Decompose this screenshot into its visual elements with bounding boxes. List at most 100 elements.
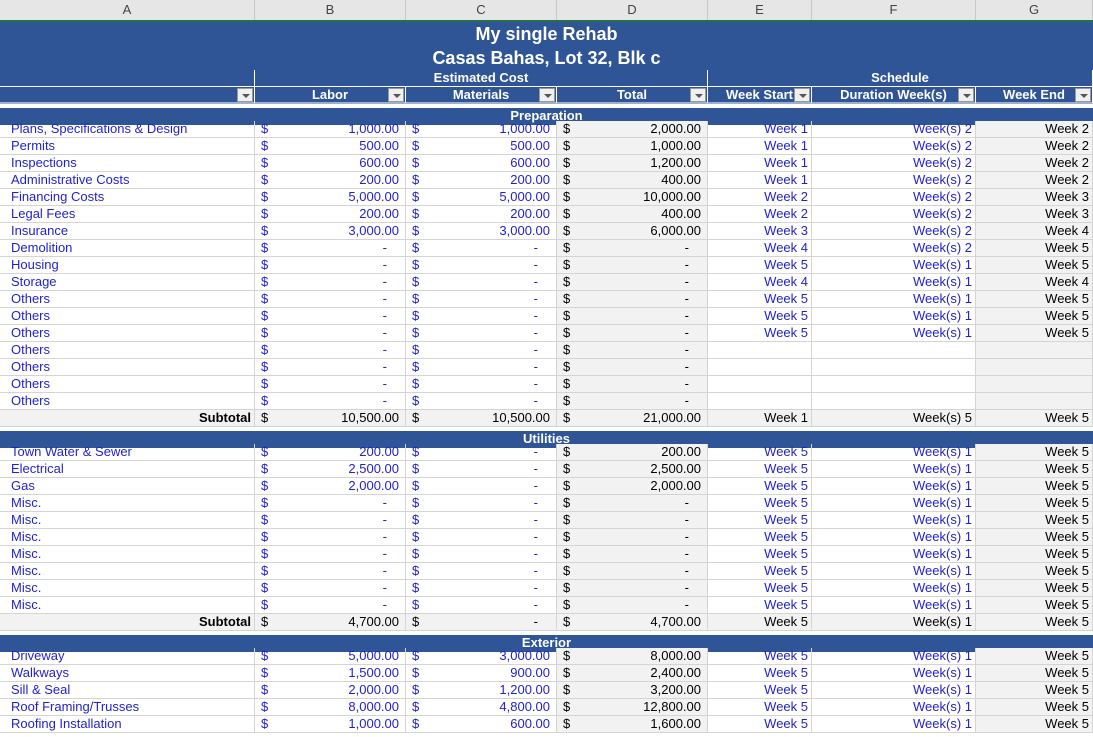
duration-cell[interactable] [812, 376, 976, 393]
labor-cell[interactable]: $ - [255, 546, 406, 563]
materials-cell[interactable]: $ - [406, 291, 557, 308]
item-cell[interactable]: Others [0, 308, 255, 325]
total-cell[interactable]: $2,500.00 [557, 461, 708, 478]
week-end-cell[interactable]: Week 5 [976, 257, 1093, 274]
week-end-cell[interactable]: Week 4 [976, 223, 1093, 240]
duration-cell[interactable]: Week(s) 2 [812, 223, 976, 240]
item-cell[interactable]: Sill & Seal [0, 682, 255, 699]
total-cell[interactable]: $3,200.00 [557, 682, 708, 699]
materials-cell[interactable]: $ - [406, 563, 557, 580]
labor-cell[interactable]: $8,000.00 [255, 699, 406, 716]
total-cell[interactable]: $ - [557, 563, 708, 580]
materials-cell[interactable]: $200.00 [406, 206, 557, 223]
duration-cell[interactable]: Week(s) 1 [812, 308, 976, 325]
week-start-cell[interactable]: Week 5 [708, 325, 812, 342]
item-cell[interactable]: Misc. [0, 580, 255, 597]
duration-cell[interactable]: Week(s) 1 [812, 529, 976, 546]
week-end-cell[interactable]: Week 4 [976, 274, 1093, 291]
subtotal-materials[interactable]: $ - [406, 614, 557, 631]
header-duration[interactable]: Duration Week(s) [812, 87, 976, 104]
labor-cell[interactable]: $ - [255, 359, 406, 376]
item-cell[interactable]: Others [0, 376, 255, 393]
labor-cell[interactable]: $ - [255, 512, 406, 529]
week-start-cell[interactable]: Week 5 [708, 597, 812, 614]
week-start-cell[interactable] [708, 393, 812, 410]
materials-cell[interactable]: $ - [406, 597, 557, 614]
duration-cell[interactable]: Week(s) 1 [812, 546, 976, 563]
header-labor[interactable]: Labor [255, 87, 406, 104]
item-cell[interactable]: Demolition [0, 240, 255, 257]
week-start-cell[interactable]: Week 5 [708, 444, 812, 461]
sheet-subtitle[interactable]: Casas Bahas, Lot 32, Blk c [0, 46, 1093, 70]
total-cell[interactable]: $ - [557, 546, 708, 563]
week-end-cell[interactable]: Week 5 [976, 597, 1093, 614]
week-end-cell[interactable]: Week 3 [976, 189, 1093, 206]
week-start-cell[interactable]: Week 5 [708, 580, 812, 597]
week-start-cell[interactable]: Week 5 [708, 257, 812, 274]
duration-cell[interactable] [812, 342, 976, 359]
duration-cell[interactable] [812, 393, 976, 410]
week-end-cell[interactable]: Week 5 [976, 529, 1093, 546]
total-cell[interactable]: $6,000.00 [557, 223, 708, 240]
week-start-cell[interactable]: Week 5 [708, 529, 812, 546]
week-end-cell[interactable]: Week 5 [976, 665, 1093, 682]
week-end-cell[interactable]: Week 5 [976, 546, 1093, 563]
week-start-cell[interactable]: Week 5 [708, 682, 812, 699]
filter-dropdown-icon[interactable] [958, 88, 974, 102]
header-week-start[interactable]: Week Start [708, 87, 812, 104]
subtotal-total[interactable]: $21,000.00 [557, 410, 708, 427]
labor-cell[interactable]: $ - [255, 376, 406, 393]
subtotal-total[interactable]: $4,700.00 [557, 614, 708, 631]
week-end-cell[interactable]: Week 5 [976, 512, 1093, 529]
week-start-cell[interactable]: Week 1 [708, 155, 812, 172]
sheet-title[interactable]: My single Rehab [0, 22, 1093, 46]
materials-cell[interactable]: $ - [406, 359, 557, 376]
week-end-cell[interactable]: Week 5 [976, 716, 1093, 733]
week-start-cell[interactable]: Week 5 [708, 699, 812, 716]
materials-cell[interactable]: $500.00 [406, 138, 557, 155]
materials-cell[interactable]: $3,000.00 [406, 223, 557, 240]
labor-cell[interactable]: $1,000.00 [255, 716, 406, 733]
total-cell[interactable]: $ - [557, 291, 708, 308]
week-start-cell[interactable]: Week 5 [708, 512, 812, 529]
item-cell[interactable]: Plans, Specifications & Design [0, 121, 255, 138]
total-cell[interactable]: $2,000.00 [557, 478, 708, 495]
week-end-cell[interactable] [976, 359, 1093, 376]
labor-cell[interactable]: $2,000.00 [255, 682, 406, 699]
week-end-cell[interactable]: Week 5 [976, 699, 1093, 716]
subtotal-duration[interactable]: Week(s) 5 [812, 410, 976, 427]
materials-cell[interactable]: $ - [406, 393, 557, 410]
week-end-cell[interactable]: Week 5 [976, 308, 1093, 325]
subtotal-week-end[interactable]: Week 5 [976, 614, 1093, 631]
column-header-f[interactable]: F [812, 0, 976, 20]
week-start-cell[interactable]: Week 4 [708, 274, 812, 291]
week-end-cell[interactable]: Week 5 [976, 563, 1093, 580]
total-cell[interactable]: $8,000.00 [557, 648, 708, 665]
duration-cell[interactable]: Week(s) 1 [812, 444, 976, 461]
item-cell[interactable]: Electrical [0, 461, 255, 478]
labor-cell[interactable]: $ - [255, 580, 406, 597]
subtotal-labor[interactable]: $10,500.00 [255, 410, 406, 427]
week-end-cell[interactable]: Week 5 [976, 240, 1093, 257]
week-end-cell[interactable]: Week 2 [976, 121, 1093, 138]
week-start-cell[interactable]: Week 5 [708, 495, 812, 512]
duration-cell[interactable] [812, 359, 976, 376]
total-cell[interactable]: $400.00 [557, 206, 708, 223]
column-header-g[interactable]: G [976, 0, 1093, 20]
materials-cell[interactable]: $ - [406, 546, 557, 563]
filter-dropdown-icon[interactable] [388, 88, 404, 102]
column-header-b[interactable]: B [255, 0, 406, 20]
total-cell[interactable]: $ - [557, 597, 708, 614]
subtotal-week-start[interactable]: Week 1 [708, 410, 812, 427]
subtotal-materials[interactable]: $10,500.00 [406, 410, 557, 427]
week-end-cell[interactable]: Week 5 [976, 648, 1093, 665]
subtotal-week-end[interactable]: Week 5 [976, 410, 1093, 427]
duration-cell[interactable]: Week(s) 1 [812, 257, 976, 274]
week-start-cell[interactable]: Week 2 [708, 206, 812, 223]
item-cell[interactable]: Inspections [0, 155, 255, 172]
labor-cell[interactable]: $ - [255, 495, 406, 512]
item-cell[interactable]: Housing [0, 257, 255, 274]
labor-cell[interactable]: $ - [255, 563, 406, 580]
labor-cell[interactable]: $ - [255, 342, 406, 359]
total-cell[interactable]: $ - [557, 529, 708, 546]
